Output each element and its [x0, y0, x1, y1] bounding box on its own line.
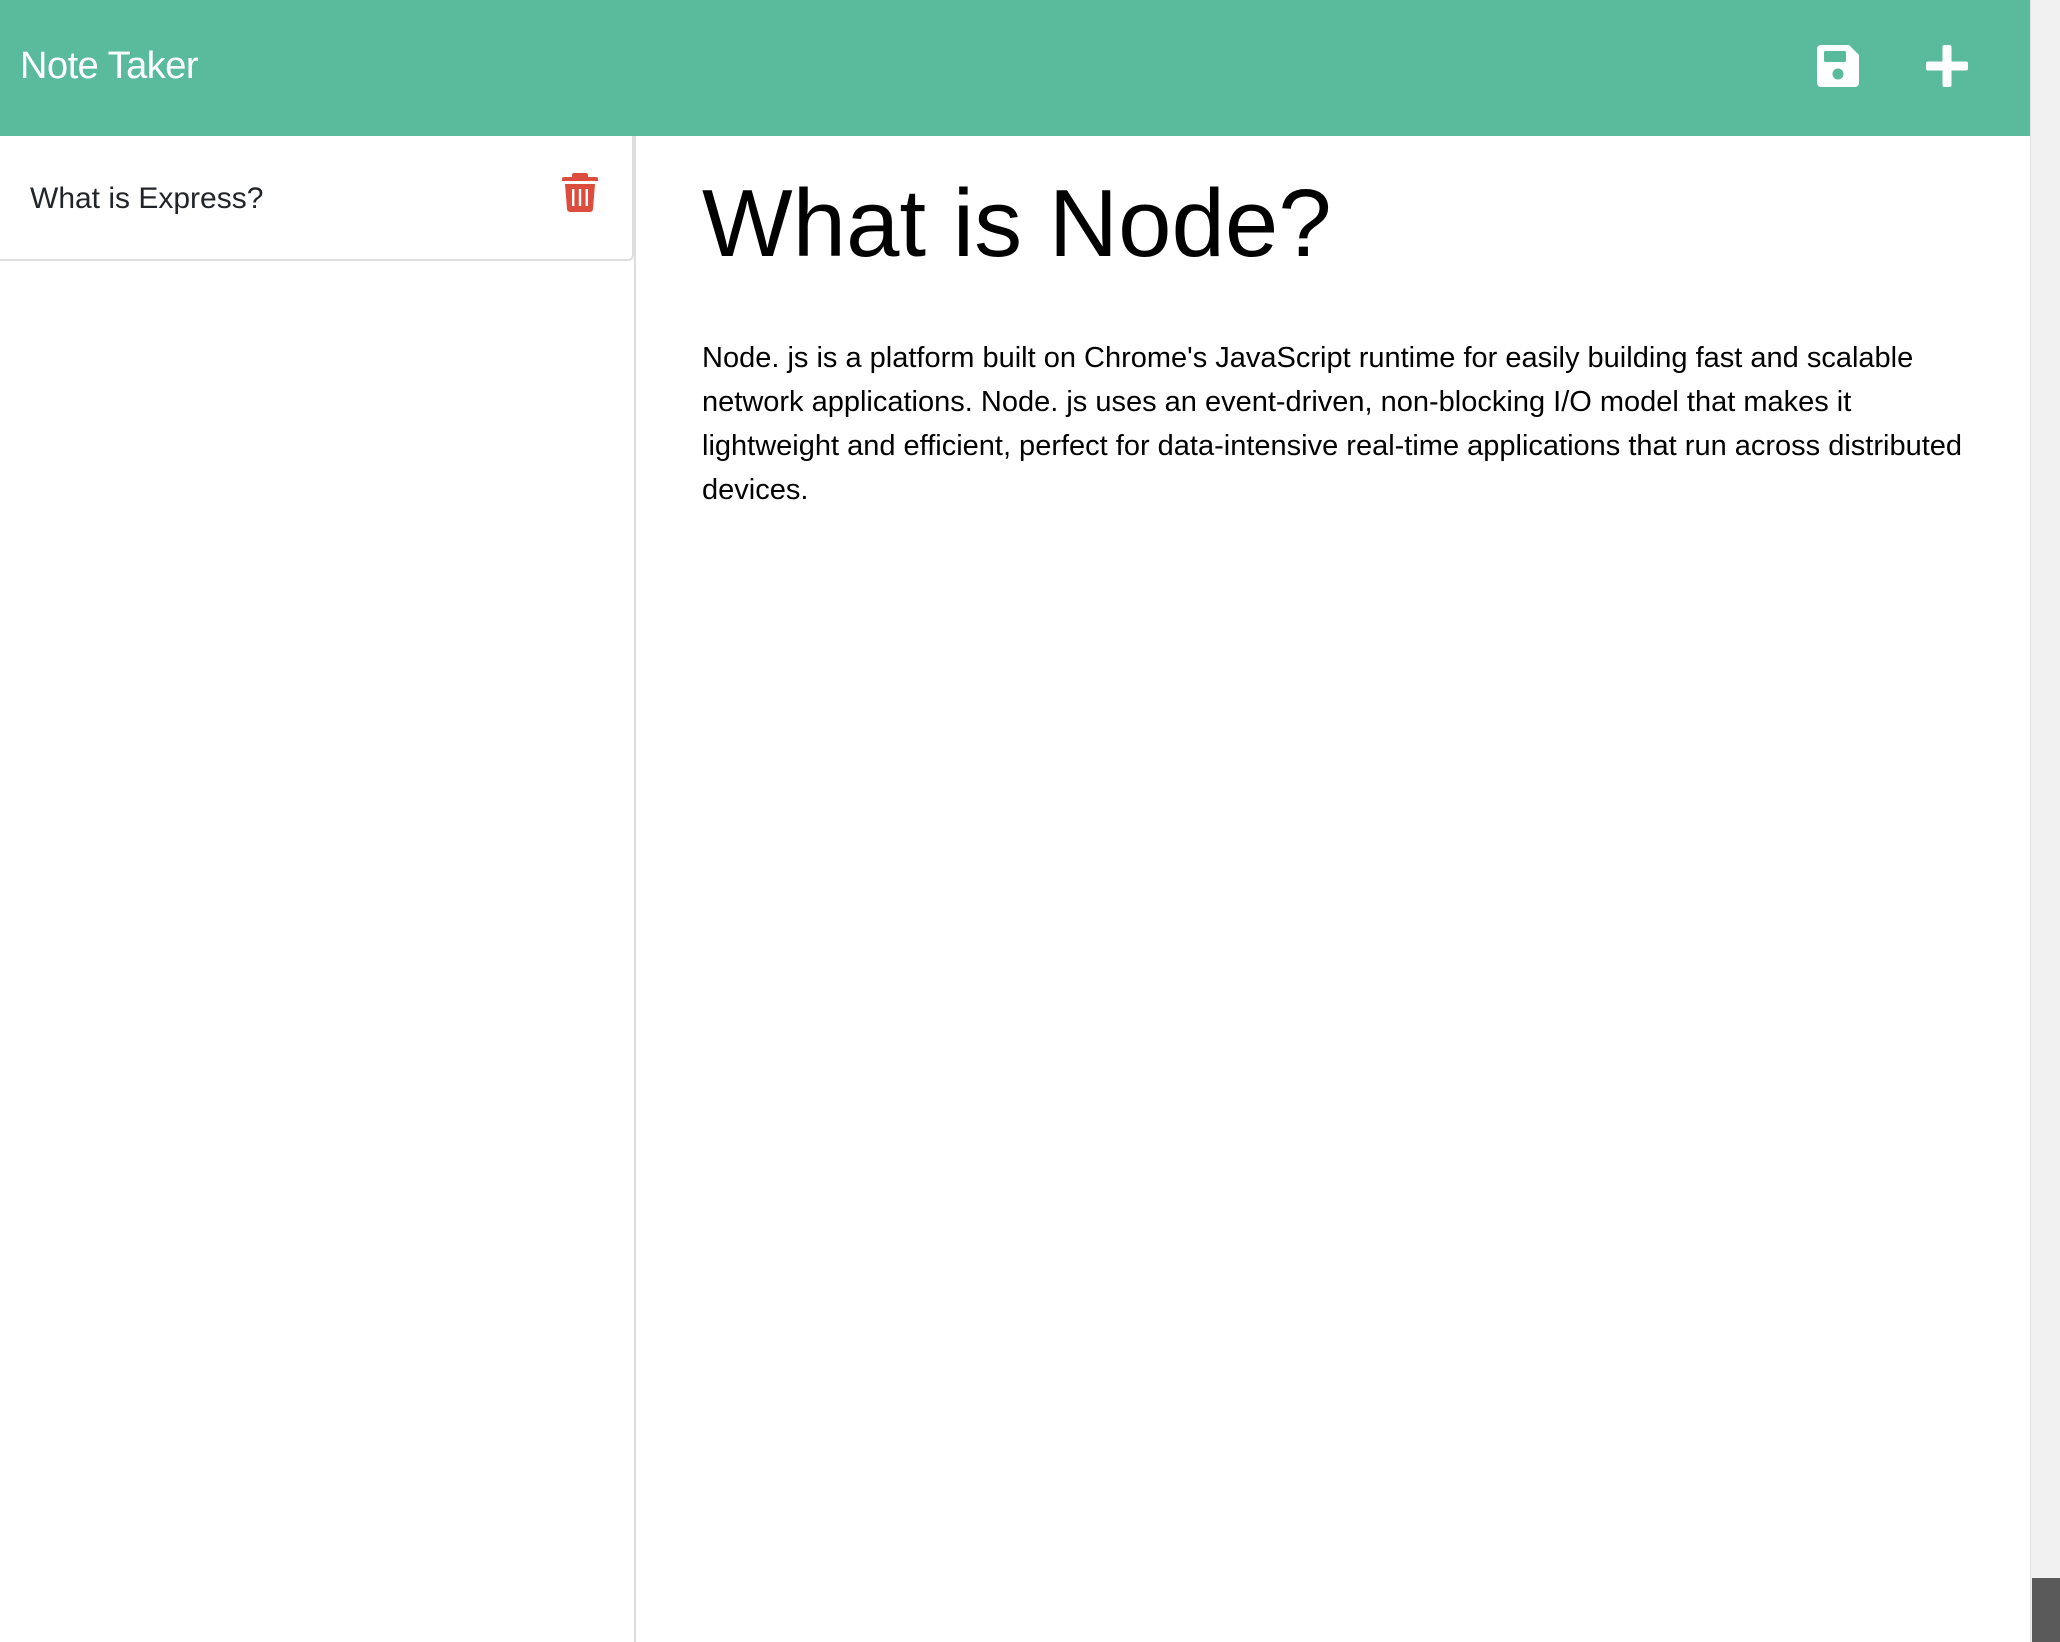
app-window: Note Taker What is Express? What is Node… [0, 0, 2030, 1642]
save-note-button[interactable] [1808, 36, 1868, 96]
notes-sidebar: What is Express? [0, 136, 636, 1642]
app-title[interactable]: Note Taker [20, 0, 199, 136]
note-title-input[interactable]: What is Node? [702, 164, 1982, 284]
scrollbar-track[interactable] [2030, 0, 2060, 1642]
note-list-title[interactable]: What is Express? [30, 136, 263, 261]
note-editor: What is Node? Node. js is a platform bui… [636, 136, 2030, 1642]
list-item[interactable]: What is Express? [0, 136, 634, 261]
plus-icon [1926, 45, 1968, 87]
new-note-button[interactable] [1917, 36, 1977, 96]
note-body-textarea[interactable]: Node. js is a platform built on Chrome's… [702, 336, 1972, 512]
navbar: Note Taker [0, 0, 2030, 136]
trash-icon[interactable] [562, 172, 598, 212]
scrollbar-thumb[interactable] [2032, 1578, 2060, 1642]
floppy-disk-icon [1817, 45, 1859, 87]
